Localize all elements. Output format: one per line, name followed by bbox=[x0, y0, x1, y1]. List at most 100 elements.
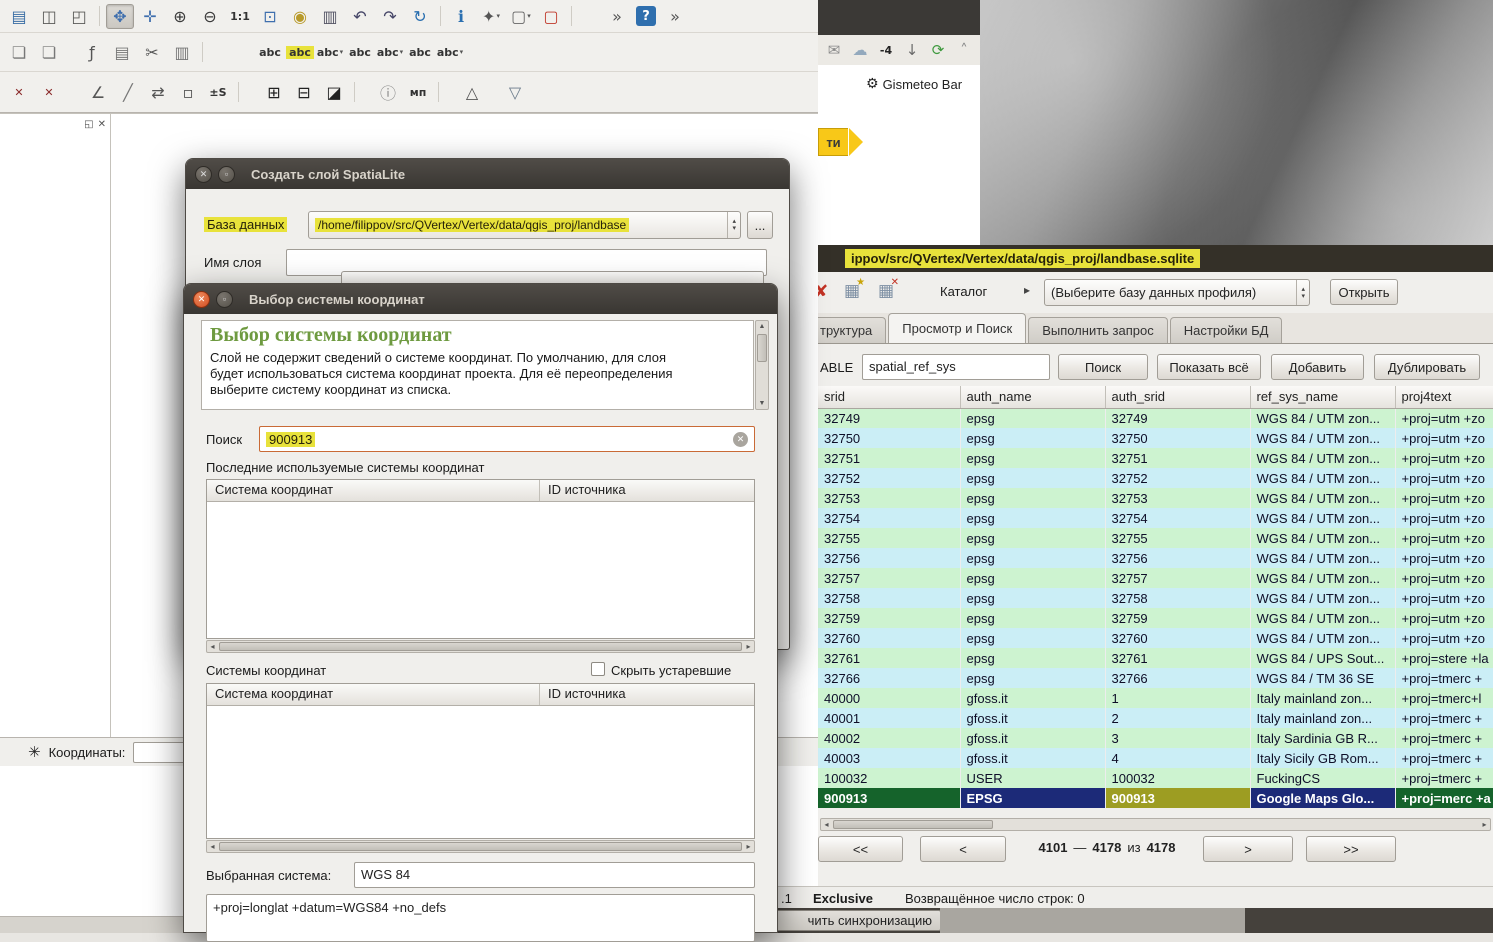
cell-auth_name[interactable]: epsg bbox=[960, 628, 1105, 648]
paste-features-icon[interactable]: ▥ bbox=[168, 40, 196, 65]
cell-proj4text[interactable]: +proj=utm +zo bbox=[1395, 548, 1493, 568]
cell-srid[interactable]: 32751 bbox=[818, 448, 960, 468]
table-row[interactable]: 40003gfoss.it4Italy Sicily GB Rom...+pro… bbox=[818, 748, 1493, 768]
cell-auth_srid[interactable]: 32757 bbox=[1105, 568, 1250, 588]
select-features-icon[interactable]: ▢▾ bbox=[507, 4, 535, 29]
table-row[interactable]: 32756epsg32756WGS 84 / UTM zon...+proj=u… bbox=[818, 548, 1493, 568]
tab-browse-search[interactable]: Просмотр и Поиск bbox=[888, 313, 1026, 343]
paste-style-icon[interactable]: ❏ bbox=[35, 40, 63, 65]
grid-horizontal-scrollbar[interactable]: ◂ ▸ bbox=[820, 818, 1491, 831]
table-row[interactable]: 32766epsg32766WGS 84 / TM 36 SE+proj=tme… bbox=[818, 668, 1493, 688]
crs-search-input[interactable]: 900913 ✕ bbox=[259, 426, 755, 452]
digitize-with-angle-icon[interactable]: ∠ bbox=[84, 80, 112, 105]
window-close-icon[interactable]: ✕ bbox=[195, 166, 212, 183]
layout-manager-icon[interactable]: ◰ bbox=[65, 4, 93, 29]
scroll-up-icon[interactable]: ▲ bbox=[756, 321, 768, 332]
cell-ref_sys_name[interactable]: WGS 84 / UTM zon... bbox=[1250, 508, 1395, 528]
crs-list-scrollbar[interactable]: ◂ ▸ bbox=[206, 840, 755, 853]
move-feature-icon[interactable]: ⇄ bbox=[144, 80, 172, 105]
zoom-native-icon[interactable]: 1:1 bbox=[226, 4, 254, 29]
cell-ref_sys_name[interactable]: WGS 84 / UTM zon... bbox=[1250, 488, 1395, 508]
catalog-arrow-icon[interactable]: ▸ bbox=[1024, 283, 1030, 297]
table-row[interactable]: 32751epsg32751WGS 84 / UTM zon...+proj=u… bbox=[818, 448, 1493, 468]
cell-srid[interactable]: 32754 bbox=[818, 508, 960, 528]
id-column-header[interactable]: ID источника bbox=[540, 684, 754, 705]
cell-proj4text[interactable]: +proj=tmerc + bbox=[1395, 768, 1493, 788]
table-row[interactable]: 32760epsg32760WGS 84 / UTM zon...+proj=u… bbox=[818, 628, 1493, 648]
vertex-tool-current-layer-icon[interactable]: ✕ bbox=[5, 80, 33, 105]
scroll-left-icon[interactable]: ◂ bbox=[821, 819, 832, 830]
cell-ref_sys_name[interactable]: WGS 84 / UPS Sout... bbox=[1250, 648, 1395, 668]
hide-deprecated-checkbox[interactable] bbox=[591, 662, 605, 676]
table-row[interactable]: 32752epsg32752WGS 84 / UTM zon...+proj=u… bbox=[818, 468, 1493, 488]
add-ring-icon[interactable]: ⊞ bbox=[260, 80, 288, 105]
show-all-button[interactable]: Показать всё bbox=[1157, 354, 1261, 380]
run-feature-action-icon[interactable]: ✦▾ bbox=[477, 4, 505, 29]
cell-auth_srid[interactable]: 32749 bbox=[1105, 408, 1250, 428]
fill-ring-icon[interactable]: ◪ bbox=[320, 80, 348, 105]
zoom-full-icon[interactable]: ⊡ bbox=[256, 4, 284, 29]
table-row[interactable]: 32753epsg32753WGS 84 / UTM zon...+proj=u… bbox=[818, 488, 1493, 508]
cell-proj4text[interactable]: +proj=utm +zo bbox=[1395, 488, 1493, 508]
cut-features-icon[interactable]: ✂ bbox=[138, 40, 166, 65]
map-tips-icon[interactable]: ⓘ bbox=[374, 80, 402, 105]
cell-proj4text[interactable]: +proj=tmerc+l bbox=[1395, 688, 1493, 708]
cell-auth_name[interactable]: USER bbox=[960, 768, 1105, 788]
weather-clouds-icon[interactable]: ☁ bbox=[848, 38, 872, 62]
clear-search-icon[interactable]: ✕ bbox=[733, 432, 748, 447]
cell-auth_name[interactable]: epsg bbox=[960, 668, 1105, 688]
crs-table-body[interactable] bbox=[207, 706, 754, 838]
crs-list-table[interactable]: Система координат ID источника bbox=[206, 683, 755, 839]
scroll-left-icon[interactable]: ◂ bbox=[207, 841, 218, 852]
filter-legend-icon[interactable]: ▽ bbox=[501, 80, 529, 105]
label-callout-icon[interactable]: abc▾ bbox=[436, 40, 464, 65]
delete-table-icon[interactable]: ▦ ✕ bbox=[878, 281, 894, 301]
cell-srid[interactable]: 32755 bbox=[818, 528, 960, 548]
topology-checker-icon[interactable]: △ bbox=[458, 80, 486, 105]
crs-table-body[interactable] bbox=[207, 502, 754, 638]
cell-srid[interactable]: 32750 bbox=[818, 428, 960, 448]
cell-auth_srid[interactable]: 32753 bbox=[1105, 488, 1250, 508]
cell-ref_sys_name[interactable]: WGS 84 / UTM zon... bbox=[1250, 608, 1395, 628]
scrollbar-thumb[interactable] bbox=[219, 842, 742, 851]
cell-ref_sys_name[interactable]: WGS 84 / UTM zon... bbox=[1250, 528, 1395, 548]
next-page-button[interactable]: > bbox=[1203, 836, 1293, 862]
table-row[interactable]: 40001gfoss.it2Italy mainland zon...+proj… bbox=[818, 708, 1493, 728]
zoom-in-icon[interactable]: ⊕ bbox=[166, 4, 194, 29]
copy-style-icon[interactable]: ❏ bbox=[5, 40, 33, 65]
cell-srid[interactable]: 32758 bbox=[818, 588, 960, 608]
window-maximize-icon[interactable]: ▫ bbox=[218, 166, 235, 183]
cell-ref_sys_name[interactable]: Italy mainland zon... bbox=[1250, 708, 1395, 728]
help-icon[interactable]: ? bbox=[636, 6, 656, 26]
toolbar-overflow-icon[interactable]: » bbox=[603, 4, 631, 29]
cell-auth_srid[interactable]: 32754 bbox=[1105, 508, 1250, 528]
cell-srid[interactable]: 40000 bbox=[818, 688, 960, 708]
cell-ref_sys_name[interactable]: Italy Sardinia GB R... bbox=[1250, 728, 1395, 748]
cell-srid[interactable]: 32753 bbox=[818, 488, 960, 508]
crs-column-header[interactable]: Система координат bbox=[207, 684, 540, 705]
cell-srid[interactable]: 40001 bbox=[818, 708, 960, 728]
scroll-right-icon[interactable]: ▸ bbox=[1479, 819, 1490, 830]
cell-auth_srid[interactable]: 32755 bbox=[1105, 528, 1250, 548]
yellow-arrow-banner[interactable]: ти bbox=[818, 128, 848, 156]
deselect-features-icon[interactable]: ▢ bbox=[537, 4, 565, 29]
new-print-layout-icon[interactable]: ◫ bbox=[35, 4, 63, 29]
cell-auth_name[interactable]: epsg bbox=[960, 488, 1105, 508]
table-row[interactable]: 100032USER100032FuckingCS+proj=tmerc + bbox=[818, 768, 1493, 788]
cell-ref_sys_name[interactable]: WGS 84 / UTM zon... bbox=[1250, 468, 1395, 488]
toolbar-overflow-2-icon[interactable]: » bbox=[661, 4, 689, 29]
window-maximize-icon[interactable]: ▫ bbox=[216, 291, 233, 308]
cell-proj4text[interactable]: +proj=utm +zo bbox=[1395, 588, 1493, 608]
cell-proj4text[interactable]: +proj=utm +zo bbox=[1395, 428, 1493, 448]
scroll-right-icon[interactable]: ▸ bbox=[743, 841, 754, 852]
cell-auth_srid[interactable]: 900913 bbox=[1105, 788, 1250, 808]
scroll-left-icon[interactable]: ◂ bbox=[207, 641, 218, 652]
cell-auth_srid[interactable]: 4 bbox=[1105, 748, 1250, 768]
table-row[interactable]: 32750epsg32750WGS 84 / UTM zon...+proj=u… bbox=[818, 428, 1493, 448]
cell-proj4text[interactable]: +proj=stere +la bbox=[1395, 648, 1493, 668]
cell-ref_sys_name[interactable]: Italy Sicily GB Rom... bbox=[1250, 748, 1395, 768]
cell-auth_srid[interactable]: 32750 bbox=[1105, 428, 1250, 448]
cell-auth_srid[interactable]: 1 bbox=[1105, 688, 1250, 708]
tracking-icon[interactable]: ✳ bbox=[28, 743, 41, 761]
cell-auth_name[interactable]: gfoss.it bbox=[960, 748, 1105, 768]
